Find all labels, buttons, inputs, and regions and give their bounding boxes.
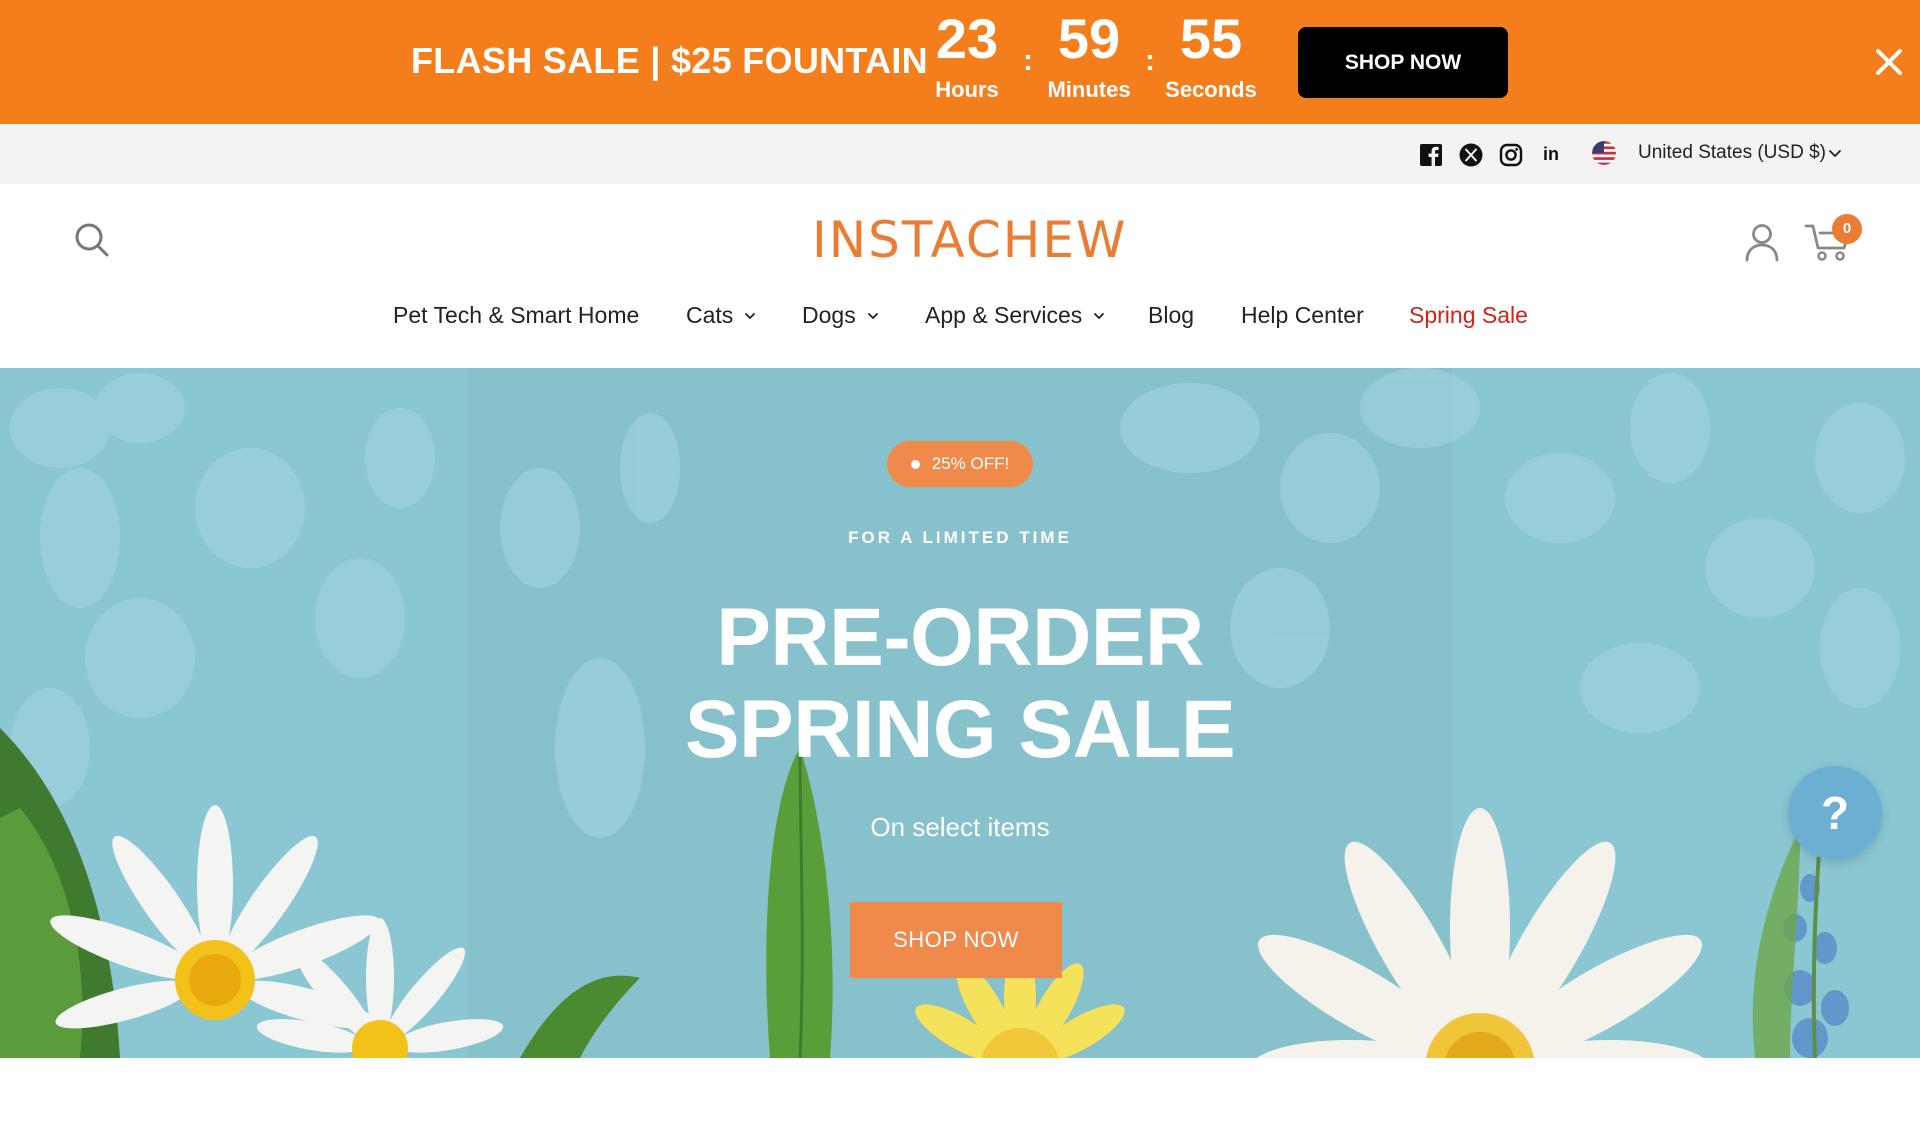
countdown-minutes: 59 Minutes [1034,4,1144,103]
nav-item-label: Cats [686,302,734,328]
nav-item-label: Dogs [802,302,856,328]
chevron-down-icon[interactable] [1826,144,1844,162]
countdown-minutes-value: 59 [1057,7,1121,70]
cart-count-badge: 0 [1832,214,1862,244]
currency-selector[interactable]: United States (USD $) [1638,142,1826,164]
chevron-down-icon [867,312,878,319]
hero-subtitle: On select items [870,812,1050,842]
countdown-seconds: 55 Seconds [1156,4,1266,103]
flash-sale-shop-now-button[interactable]: SHOP NOW [1298,27,1508,98]
nav-item-cats[interactable]: Cats [686,302,757,329]
hero-title-line-1: PRE-ORDER [716,592,1204,683]
hero-title: PRE-ORDER SPRING SALE [560,592,1360,776]
countdown-hours-value: 23 [935,7,999,70]
logo-wordmark: INSTACHEW [812,211,1128,269]
nav-item-label: Blog [1148,302,1195,328]
close-icon[interactable] [1872,45,1906,79]
hero-title-line-2: SPRING SALE [684,684,1236,775]
instagram-icon[interactable] [1498,142,1524,168]
countdown-separator: : [1023,44,1033,77]
chevron-down-icon [745,312,756,319]
utility-bar [0,124,1920,184]
countdown-minutes-label: Minutes [1047,77,1131,102]
hero-eyebrow: FOR A LIMITED TIME [848,528,1072,547]
countdown-hours: 23 Hours [912,4,1022,103]
nav-item-label: Help Center [1241,302,1364,328]
badge-dot-icon [910,459,920,469]
nav-item-label: App & Services [925,302,1083,328]
countdown-separator: : [1145,44,1155,77]
flash-sale-banner: FLASH SALE | $25 FOUNTAIN 23 Hours : 59 … [0,0,1920,124]
nav-item-blog[interactable]: Blog [1148,302,1194,329]
nav-item-pet-tech[interactable]: Pet Tech & Smart Home [393,302,639,329]
discount-badge-label: 25% OFF! [931,454,1010,473]
nav-item-dogs[interactable]: Dogs [802,302,880,329]
linkedin-icon[interactable]: in [1538,141,1564,167]
nav-item-app-services[interactable]: App & Services [925,302,1106,329]
nav-item-label: Pet Tech & Smart Home [393,302,640,328]
facebook-icon[interactable] [1418,142,1444,168]
countdown-seconds-value: 55 [1179,7,1243,70]
site-logo[interactable]: INSTACHEW [812,208,1128,272]
countdown-seconds-label: Seconds [1165,77,1257,102]
flash-sale-title: FLASH SALE | $25 FOUNTAIN [411,40,928,81]
chevron-down-icon [1094,312,1105,319]
nav-item-spring-sale[interactable]: Spring Sale [1409,302,1528,329]
account-icon[interactable] [1744,222,1780,262]
nav-item-help-center[interactable]: Help Center [1241,302,1364,329]
us-flag-icon [1592,141,1616,165]
x-twitter-icon[interactable] [1458,142,1484,168]
nav-item-label: Spring Sale [1409,302,1528,328]
hero-shop-now-button[interactable]: SHOP NOW [850,902,1062,978]
help-chat-button[interactable]: ? [1788,766,1882,860]
countdown-hours-label: Hours [935,77,999,102]
discount-badge: 25% OFF! [887,441,1033,487]
search-icon[interactable] [72,220,112,260]
